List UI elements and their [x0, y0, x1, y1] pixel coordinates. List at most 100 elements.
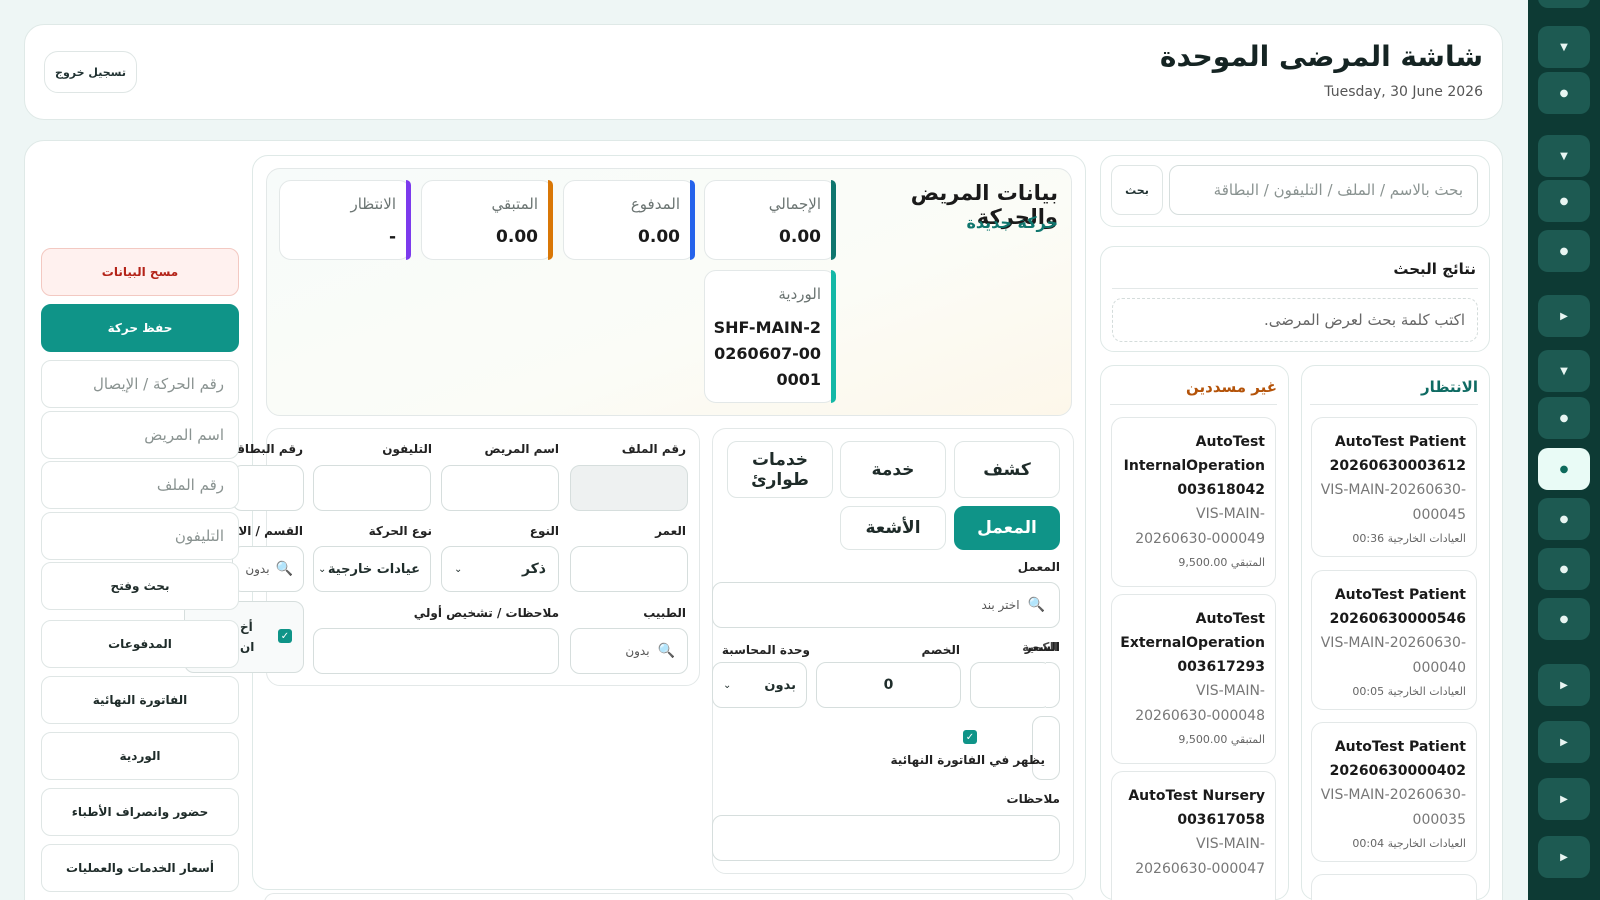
dot-icon[interactable]: ● — [1538, 72, 1590, 114]
patient-name-label: اسم المريض — [484, 442, 559, 456]
doctor-label: الطبيب — [643, 606, 686, 620]
queue-item[interactable]: AutoTest Patient 20260630000546 VIS-MAIN… — [1311, 570, 1477, 710]
age-input[interactable] — [570, 546, 688, 592]
unpaid-item[interactable]: AutoTest InternalOperation 003618042 VIS… — [1111, 417, 1276, 587]
phone-label: التليفون — [382, 442, 432, 456]
stat-shift: الوردية SHF-MAIN-20260607-000001 — [704, 270, 836, 403]
sidebar-file-no-input[interactable]: رقم الملف — [41, 461, 239, 509]
sidebar-item-service-prices[interactable]: أسعار الخدمات والعمليات — [41, 844, 239, 892]
movement-type-select[interactable]: عيادات خارجية ⌄ — [313, 546, 431, 592]
show-in-invoice-checkbox[interactable]: ✓ — [963, 730, 977, 744]
invoice-toggle-edge — [1032, 716, 1060, 780]
tab-service[interactable]: خدمة — [840, 441, 946, 498]
dot-icon[interactable]: ● — [1538, 230, 1590, 272]
gender-select[interactable]: ذكر ⌄ — [441, 546, 559, 592]
chevron-down-icon[interactable]: ▼ — [1538, 135, 1590, 177]
price-input[interactable] — [970, 662, 1052, 708]
phone-input[interactable] — [313, 465, 431, 511]
unpaid-title: غير مسددين — [1186, 378, 1277, 396]
stat-accent-bar — [831, 270, 836, 403]
waiting-queue-divider — [1310, 404, 1478, 405]
service-notes-input[interactable] — [712, 815, 1060, 861]
dot-icon[interactable]: ● — [1538, 548, 1590, 590]
chevron-down-icon[interactable]: ▼ — [1538, 350, 1590, 392]
notes-diagnosis-label: ملاحظات / تشخيص أولي — [413, 606, 559, 620]
search-results-title: نتائج البحث — [1393, 260, 1476, 278]
sidebar-item-doctor-attendance[interactable]: حضور وانصراف الأطباء — [41, 788, 239, 836]
price-label: السعر — [1024, 640, 1060, 654]
next-section-edge — [264, 893, 1074, 900]
tab-radiology[interactable]: الأشعة — [840, 506, 946, 550]
dot-icon[interactable]: ● — [1538, 598, 1590, 640]
service-item-select[interactable]: 🔍 اختر بند — [712, 582, 1060, 628]
file-no-input[interactable] — [570, 465, 688, 511]
unpaid-item[interactable]: AutoTest ExternalOperation 003617293 VIS… — [1111, 594, 1276, 764]
tab-examination[interactable]: كشف — [954, 441, 1060, 498]
save-movement-button[interactable]: حفظ حركة — [41, 304, 239, 352]
sidebar-patient-name-input[interactable]: اسم المريض — [41, 411, 239, 459]
dot-icon[interactable]: ● — [1538, 397, 1590, 439]
clear-data-button[interactable]: مسح البيانات — [41, 248, 239, 296]
waiting-queue-title: الانتظار — [1421, 378, 1478, 396]
search-button[interactable]: بحث — [1111, 165, 1163, 215]
sidebar-item-payments[interactable]: المدفوعات — [41, 620, 239, 668]
sidebar-item-search-open[interactable]: بحث وفتح — [41, 562, 239, 610]
dot-icon[interactable]: ● — [1538, 180, 1590, 222]
chevron-down-icon[interactable]: ▼ — [1538, 26, 1590, 68]
quantity-input-edge[interactable] — [1046, 662, 1060, 708]
gender-label: النوع — [529, 524, 559, 538]
movement-type-label: نوع الحركة — [368, 524, 432, 538]
account-unit-select[interactable]: بدون ⌄ — [712, 662, 807, 708]
option-checkbox-label-2: ان — [240, 640, 255, 654]
play-icon[interactable]: ▶ — [1538, 836, 1590, 878]
dot-icon[interactable]: ● — [1538, 498, 1590, 540]
sidebar-item-shift[interactable]: الوردية — [41, 732, 239, 780]
magnifier-icon: 🔍 — [1027, 597, 1045, 613]
stat-paid: المدفوع 0.00 — [563, 180, 695, 260]
magnifier-icon: 🔍 — [657, 643, 675, 659]
patient-name-input[interactable] — [441, 465, 559, 511]
sidebar-phone-input[interactable]: التليفون — [41, 512, 239, 560]
dept-select[interactable]: 🔍 بدون — [232, 546, 304, 592]
stat-waiting: الانتظار - — [279, 180, 411, 260]
queue-item[interactable]: AutoTest Patient 20260630003612 VIS-MAIN… — [1311, 417, 1477, 557]
chevron-down-icon: ⌄ — [454, 563, 463, 575]
notes-diagnosis-input[interactable] — [313, 628, 559, 674]
patient-panel-subtitle: حركة جديدة — [966, 213, 1058, 232]
page-title: شاشة المرضى الموحدة — [1159, 40, 1483, 73]
doctor-select[interactable]: 🔍 بدون — [570, 628, 688, 674]
play-icon[interactable]: ▶ — [1538, 295, 1590, 337]
card-no-input[interactable] — [232, 465, 304, 511]
dot-icon-active[interactable]: ● — [1538, 448, 1590, 490]
chevron-down-icon: ⌄ — [723, 679, 732, 691]
stat-accent-bar — [690, 180, 695, 260]
search-results-empty: اكتب كلمة بحث لعرض المرضى. — [1112, 298, 1478, 342]
unpaid-item[interactable]: AutoTest Nursery 003617058 VIS-MAIN-2026… — [1111, 771, 1276, 900]
card-no-label: رقم البطاقة — [229, 442, 303, 456]
tab-lab[interactable]: المعمل — [954, 506, 1060, 550]
play-icon[interactable]: ▶ — [1538, 664, 1590, 706]
discount-input[interactable]: 0 — [816, 662, 961, 708]
tab-emergency-services[interactable]: خدمات طوارئ — [727, 441, 833, 498]
logout-button[interactable]: تسجيل خروج — [44, 51, 137, 93]
option-checkbox[interactable]: ✓ — [278, 629, 292, 643]
file-no-label: رقم الملف — [621, 442, 686, 456]
stat-accent-bar — [831, 180, 836, 260]
service-notes-label: ملاحظات — [1006, 792, 1060, 806]
search-input[interactable]: بحث بالاسم / الملف / التليفون / البطاقة — [1169, 165, 1478, 215]
unpaid-divider — [1110, 404, 1277, 405]
show-in-invoice-label: يظهر في الفاتورة النهائية — [890, 753, 1045, 767]
play-icon[interactable]: ▶ — [1538, 721, 1590, 763]
movement-no-input[interactable]: رقم الحركة / الإيصال — [41, 360, 239, 408]
sidebar-item-final-invoice[interactable]: الفاتورة النهائية — [41, 676, 239, 724]
queue-item-partial[interactable] — [1311, 874, 1477, 900]
play-icon[interactable]: ▶ — [1538, 778, 1590, 820]
account-unit-label: وحدة المحاسبة — [721, 643, 810, 657]
chevron-down-icon: ⌄ — [318, 563, 327, 575]
queue-item[interactable]: AutoTest Patient 20260630000402 VIS-MAIN… — [1311, 722, 1477, 862]
service-item-label: المعمل — [1017, 560, 1060, 574]
discount-label: الخصم — [921, 643, 960, 657]
search-results-divider — [1112, 288, 1478, 289]
option-checkbox-label-1: أخ — [240, 620, 253, 634]
chevron-down-icon[interactable] — [1538, 0, 1590, 8]
